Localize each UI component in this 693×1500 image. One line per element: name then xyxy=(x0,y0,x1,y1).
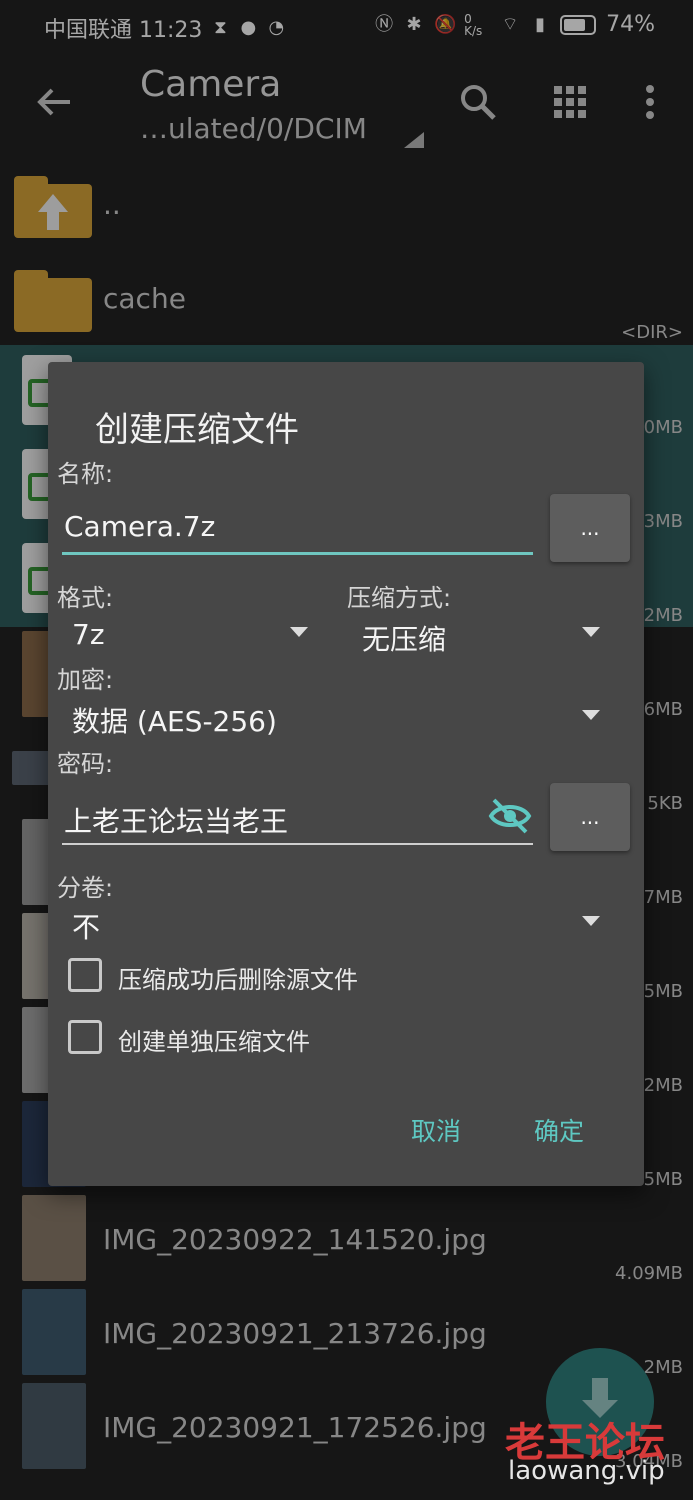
method-select[interactable]: 无压缩 xyxy=(362,618,446,658)
delete-source-checkbox[interactable] xyxy=(68,958,102,992)
screen: 中国联通 11:23 ⧗ ● ◔ Ⓝ ✱ 🔕 0 K/s ⌔ ▮ 74% Cam… xyxy=(0,0,693,1500)
encrypt-select[interactable]: 数据 (AES-256) xyxy=(72,700,277,740)
password-input[interactable]: 上老王论坛当老王 xyxy=(64,800,288,840)
format-select[interactable]: 7z xyxy=(72,618,105,651)
split-dropdown-icon[interactable] xyxy=(582,916,600,926)
create-archive-dialog: 创建压缩文件 名称: Camera.7z ... 格式: 7z 压缩方式: 无压… xyxy=(48,362,644,1186)
delete-source-label[interactable]: 压缩成功后删除源文件 xyxy=(118,960,358,995)
format-label: 格式: xyxy=(57,584,114,612)
name-input[interactable]: Camera.7z xyxy=(64,510,215,543)
separate-archive-checkbox[interactable] xyxy=(68,1020,102,1054)
password-options-button[interactable]: ... xyxy=(550,783,630,851)
name-browse-button[interactable]: ... xyxy=(550,494,630,562)
split-label: 分卷: xyxy=(57,874,114,902)
split-select[interactable]: 不 xyxy=(72,906,100,946)
password-input-underline xyxy=(62,843,533,845)
dialog-title: 创建压缩文件 xyxy=(95,410,299,450)
encrypt-dropdown-icon[interactable] xyxy=(582,710,600,720)
name-input-underline xyxy=(62,552,533,555)
visibility-off-icon[interactable] xyxy=(488,798,532,834)
name-label: 名称: xyxy=(57,460,114,488)
method-label: 压缩方式: xyxy=(347,584,452,612)
encrypt-label: 加密: xyxy=(57,666,114,694)
watermark-url: laowang.vip xyxy=(508,1456,665,1486)
separate-archive-label[interactable]: 创建单独压缩文件 xyxy=(118,1022,310,1057)
cancel-button[interactable]: 取消 xyxy=(411,1112,461,1148)
method-dropdown-icon[interactable] xyxy=(582,627,600,637)
format-dropdown-icon[interactable] xyxy=(290,627,308,637)
ok-button[interactable]: 确定 xyxy=(534,1112,584,1148)
password-label: 密码: xyxy=(57,750,114,778)
